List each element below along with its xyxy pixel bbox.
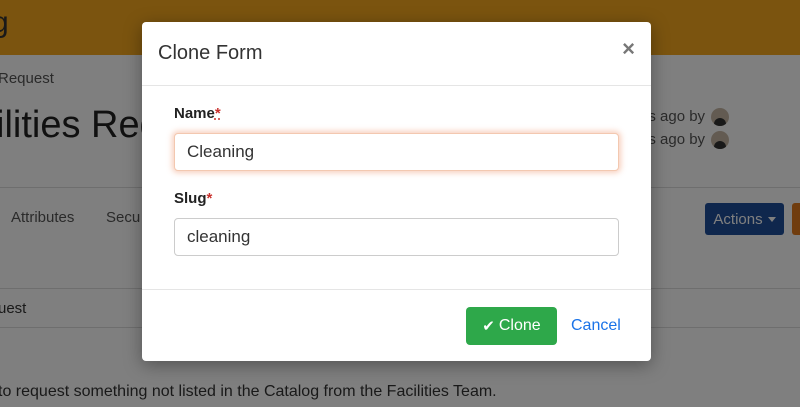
clone-form-modal: Clone Form × Name* Slug* ✔ Clone Cancel	[142, 22, 651, 361]
modal-body: Name* Slug*	[142, 86, 651, 289]
cancel-link[interactable]: Cancel	[571, 317, 621, 335]
slug-input[interactable]	[174, 218, 619, 256]
slug-label-text: Slug	[174, 190, 207, 207]
name-label-text: Name	[174, 105, 215, 122]
clone-label: Clone	[498, 317, 541, 334]
name-label: Name*	[174, 105, 221, 122]
required-marker: *	[206, 190, 213, 207]
slug-label: Slug*	[174, 190, 212, 207]
close-icon[interactable]: ×	[622, 38, 635, 60]
required-marker: *	[214, 105, 221, 122]
modal-title: Clone Form	[158, 42, 263, 64]
name-input[interactable]	[174, 133, 619, 171]
check-icon: ✔	[482, 318, 495, 335]
clone-button[interactable]: ✔ Clone	[466, 307, 557, 345]
modal-footer: ✔ Clone Cancel	[142, 289, 651, 361]
modal-header: Clone Form ×	[142, 22, 651, 86]
